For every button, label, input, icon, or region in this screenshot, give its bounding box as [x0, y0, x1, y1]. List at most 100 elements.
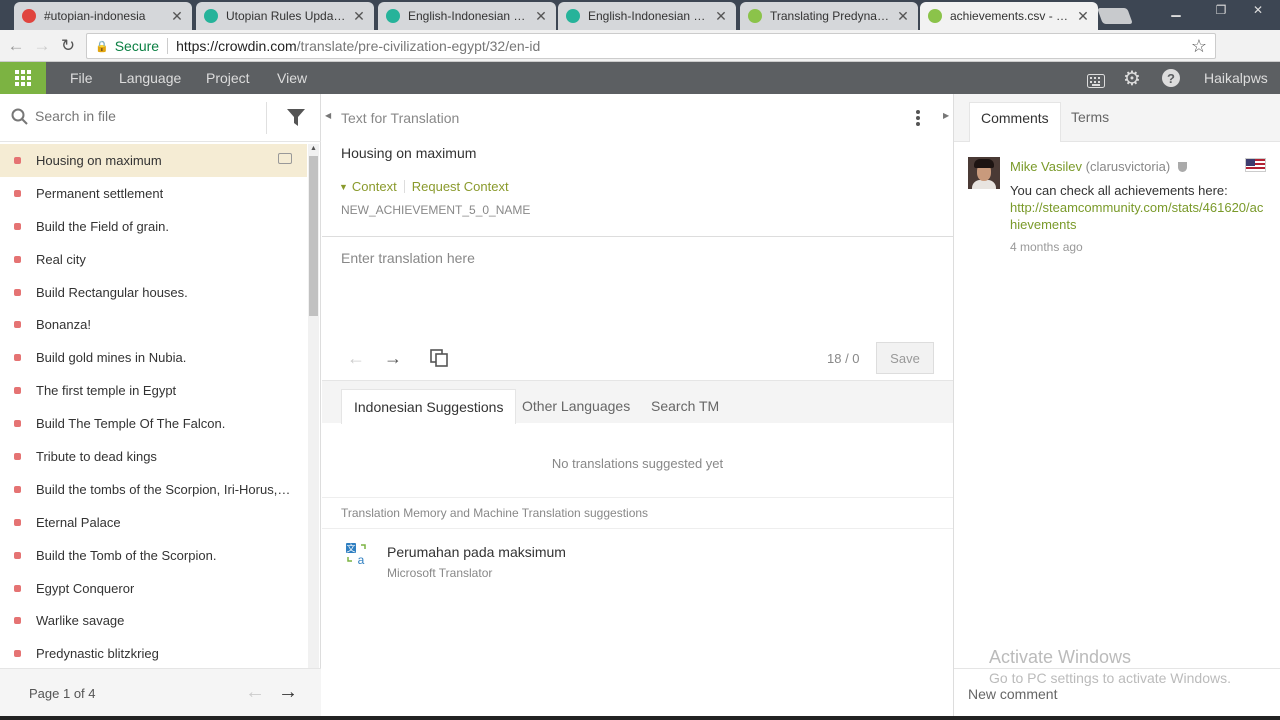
- string-item[interactable]: Predynastic blitzkrieg: [0, 637, 307, 670]
- reload-icon[interactable]: ↻: [58, 36, 78, 56]
- bookmark-star-icon[interactable]: ☆: [1191, 36, 1207, 57]
- comment-body: You can check all achievements here: htt…: [1010, 182, 1268, 233]
- taskbar-edge: [0, 716, 1280, 720]
- string-label: Permanent settlement: [36, 185, 164, 201]
- settings-gear-icon[interactable]: ⚙: [1123, 68, 1141, 90]
- close-tab-icon[interactable]: ✕: [896, 8, 910, 25]
- string-item-selected[interactable]: Housing on maximum: [0, 144, 307, 177]
- untranslated-status-icon: [14, 551, 21, 559]
- string-item[interactable]: Egypt Conqueror: [0, 572, 307, 605]
- string-item[interactable]: Build Rectangular houses.: [0, 276, 307, 309]
- forward-icon[interactable]: →: [32, 36, 52, 56]
- translation-input[interactable]: [341, 250, 931, 330]
- help-icon[interactable]: ?: [1161, 68, 1181, 88]
- url-host: https://crowdin.com: [176, 38, 297, 54]
- string-item[interactable]: Eternal Palace: [0, 506, 307, 539]
- string-item[interactable]: Build the Tomb of the Scorpion.: [0, 539, 307, 572]
- triangle-down-icon[interactable]: ▼: [339, 182, 348, 192]
- untranslated-status-icon: [14, 354, 21, 362]
- browser-tab-title: Utopian Rules Update #6: [226, 9, 348, 23]
- minimize-icon[interactable]: ▁: [1162, 0, 1190, 20]
- menu-language[interactable]: Language: [119, 62, 181, 94]
- close-tab-icon[interactable]: ✕: [352, 8, 366, 25]
- no-suggestions-text: No translations suggested yet: [551, 456, 724, 471]
- string-item[interactable]: Warlike savage: [0, 604, 307, 637]
- untranslated-status-icon: [14, 387, 21, 395]
- scroll-up-icon[interactable]: ▲: [310, 145, 317, 152]
- new-tab-button[interactable]: [1097, 8, 1133, 24]
- string-item[interactable]: Build gold mines in Nubia.: [0, 341, 307, 374]
- browser-tab-3[interactable]: English-Indonesian Gitea ✕: [378, 2, 556, 30]
- tab-indonesian-suggestions[interactable]: Indonesian Suggestions: [341, 389, 517, 424]
- divider: [322, 236, 953, 237]
- close-tab-icon[interactable]: ✕: [714, 8, 728, 25]
- browser-tab-title: achievements.csv - Predy: [950, 9, 1072, 23]
- collapse-left-icon[interactable]: ◀: [325, 111, 331, 120]
- next-page-icon[interactable]: →: [278, 681, 298, 704]
- source-text: Housing on maximum: [341, 145, 477, 161]
- menu-view[interactable]: View: [277, 62, 307, 94]
- string-item[interactable]: Build the Field of grain.: [0, 210, 307, 243]
- browser-tab-4[interactable]: English-Indonesian Gitea ✕: [558, 2, 736, 30]
- more-options-icon[interactable]: [916, 108, 922, 128]
- avatar[interactable]: [968, 157, 1000, 189]
- string-list-scrollbar[interactable]: ▲ ▼: [308, 144, 319, 718]
- scrollbar-thumb[interactable]: [309, 156, 318, 316]
- string-item[interactable]: The first temple in Egypt: [0, 374, 307, 407]
- string-label: Build the Tomb of the Scorpion.: [36, 547, 217, 563]
- string-label: Egypt Conqueror: [36, 580, 135, 596]
- search-divider: [266, 102, 267, 134]
- utopian-favicon-icon: [386, 9, 400, 23]
- previous-string-icon[interactable]: ←: [347, 348, 365, 369]
- close-tab-icon[interactable]: ✕: [1076, 8, 1090, 25]
- crowdin-favicon-icon: [748, 9, 762, 23]
- tab-search-tm[interactable]: Search TM: [639, 389, 731, 424]
- filter-icon[interactable]: [287, 109, 305, 127]
- search-input[interactable]: [35, 108, 255, 124]
- menu-project[interactable]: Project: [206, 62, 250, 94]
- string-item[interactable]: Permanent settlement: [0, 177, 307, 210]
- string-label: The first temple in Egypt: [36, 383, 177, 399]
- close-tab-icon[interactable]: ✕: [170, 8, 184, 25]
- string-item[interactable]: Tribute to dead kings: [0, 440, 307, 473]
- comment-author[interactable]: Mike Vasilev: [1010, 159, 1082, 174]
- string-item[interactable]: Build The Temple Of The Falcon.: [0, 407, 307, 440]
- string-item[interactable]: Real city: [0, 243, 307, 276]
- comment-text: You can check all achievements here:: [1010, 183, 1228, 198]
- copy-source-icon[interactable]: [430, 349, 448, 367]
- string-item[interactable]: Bonanza!: [0, 308, 307, 341]
- tab-other-languages[interactable]: Other Languages: [510, 389, 642, 424]
- restore-icon[interactable]: ❐: [1207, 0, 1235, 20]
- save-button[interactable]: Save: [876, 342, 934, 374]
- next-string-icon[interactable]: →: [384, 348, 402, 369]
- strings-panel: Housing on maximum Permanent settlement …: [0, 94, 321, 720]
- prev-page-icon[interactable]: ←: [245, 681, 265, 704]
- menu-file[interactable]: File: [70, 62, 93, 94]
- window-close-icon[interactable]: ✕: [1244, 0, 1272, 20]
- untranslated-status-icon: [14, 321, 21, 329]
- string-label: Build The Temple Of The Falcon.: [36, 416, 226, 432]
- string-label: Tribute to dead kings: [36, 448, 157, 464]
- activate-windows-subtext: Go to PC settings to activate Windows.: [989, 670, 1231, 686]
- browser-tab-1[interactable]: #utopian-indonesia ✕: [14, 2, 192, 30]
- comment-link[interactable]: http://steamcommunity.com/stats/461620/a…: [1010, 200, 1263, 232]
- mt-suggestion-text[interactable]: Perumahan pada maksimum: [387, 544, 566, 560]
- tab-terms[interactable]: Terms: [1060, 102, 1120, 142]
- browser-tab-2[interactable]: Utopian Rules Update #6 ✕: [196, 2, 374, 30]
- new-comment-input[interactable]: [968, 686, 1268, 702]
- back-icon[interactable]: ←: [6, 36, 26, 56]
- request-context-link[interactable]: Request Context: [412, 179, 509, 194]
- lock-icon: 🔒: [95, 40, 109, 53]
- apps-grid-icon[interactable]: [0, 62, 46, 94]
- url-bar[interactable]: 🔒 Secure https://crowdin.com/translate/p…: [86, 33, 1216, 59]
- keyboard-icon[interactable]: [1087, 71, 1105, 91]
- collapse-right-icon[interactable]: ▶: [943, 111, 949, 120]
- string-item[interactable]: Build the tombs of the Scorpion, Iri-Hor…: [0, 473, 307, 506]
- close-tab-icon[interactable]: ✕: [534, 8, 548, 25]
- url-path: /translate/pre-civilization-egypt/32/en-…: [296, 38, 541, 54]
- tab-comments[interactable]: Comments: [969, 102, 1061, 142]
- browser-tab-6-active[interactable]: achievements.csv - Predy ✕: [920, 2, 1098, 30]
- context-toggle[interactable]: Context: [352, 179, 397, 194]
- user-menu[interactable]: Haikalpws: [1204, 62, 1268, 94]
- browser-tab-5[interactable]: Translating Predynastic E ✕: [740, 2, 918, 30]
